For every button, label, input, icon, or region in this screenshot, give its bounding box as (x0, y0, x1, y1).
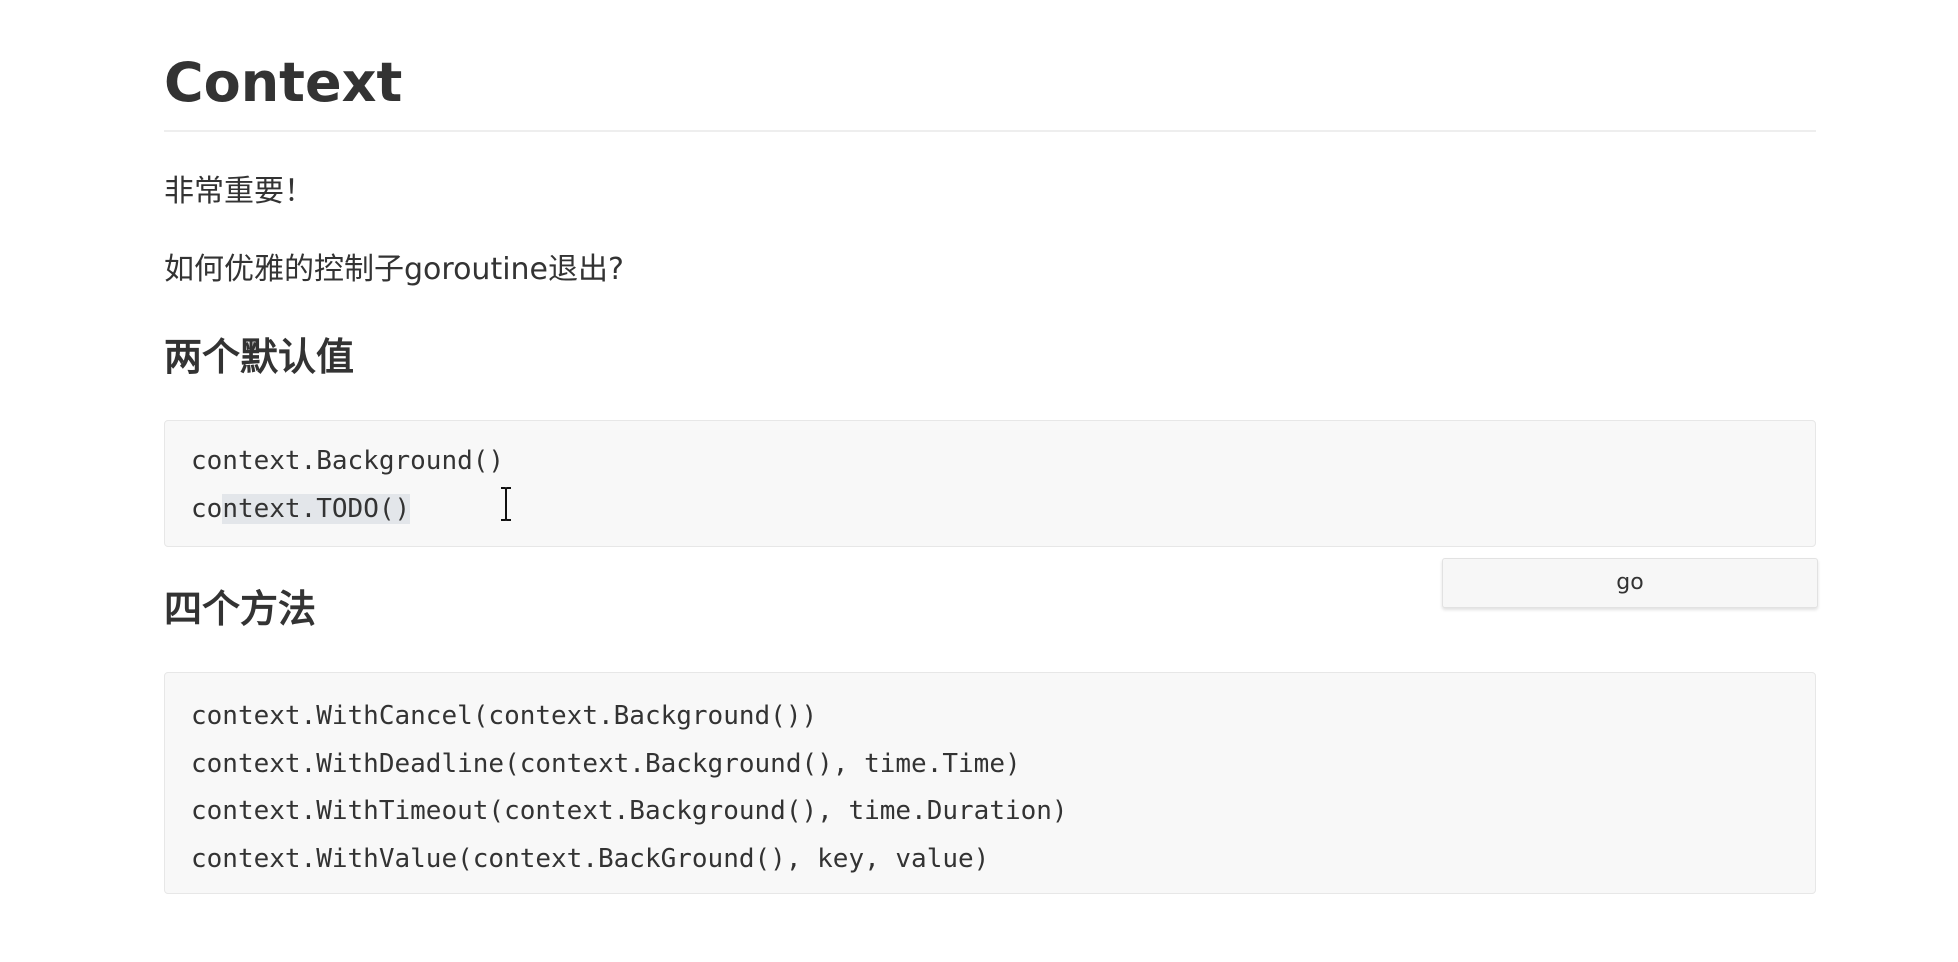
code-line-unselected-part: co (191, 493, 223, 524)
code-block-methods[interactable]: context.WithCancel(context.Background())… (164, 672, 1816, 894)
code-line-selected: context.TODO() (191, 486, 1789, 534)
section-heading-defaults: 两个默认值 (164, 335, 355, 379)
intro-text: 非常重要！ (164, 174, 314, 209)
page-title: Context (164, 0, 1816, 132)
code-line: context.WithTimeout(context.Background()… (191, 796, 1068, 826)
code-block-defaults[interactable]: context.Background() context.TODO() (164, 420, 1816, 547)
code-line: context.WithCancel(context.Background()) (191, 701, 818, 731)
section-heading-methods: 四个方法 (164, 587, 317, 631)
code-line: context.WithValue(context.BackGround(), … (191, 843, 990, 874)
go-button[interactable]: go (1442, 558, 1818, 608)
document-page: Context 非常重要！ 如何优雅的控制子goroutine退出? 两个默认值… (164, 0, 1816, 894)
code-line: context.Background() (191, 446, 505, 476)
text-cursor-icon (501, 487, 511, 521)
intro-question: 如何优雅的控制子goroutine退出? (164, 252, 624, 287)
code-line: context.WithDeadline(context.Background(… (191, 748, 1021, 779)
text-selection: ntext.TODO() (222, 493, 411, 524)
